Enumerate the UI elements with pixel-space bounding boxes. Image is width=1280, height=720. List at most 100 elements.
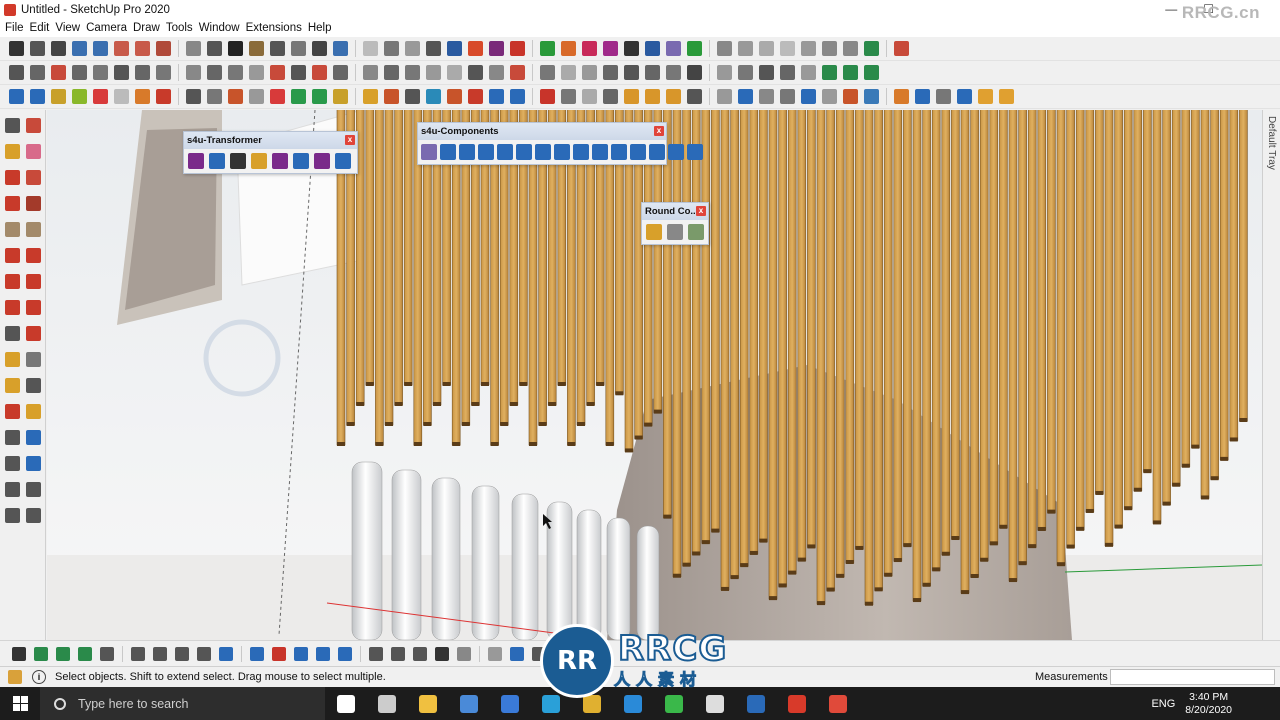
menu-item-window[interactable]: Window [198,22,245,34]
toolbar-tool-icon[interactable] [447,89,462,104]
left-tool-icon[interactable] [5,300,20,315]
toolbar-tool-icon[interactable] [93,65,108,80]
geo-location-icon[interactable] [8,670,22,684]
toolbar-tool-icon[interactable] [207,89,222,104]
toolbar-tool-icon[interactable] [582,89,597,104]
toolbar-tool-icon[interactable] [717,89,732,104]
toolbar-tool-icon[interactable] [843,89,858,104]
bottom-tool-icon[interactable] [175,646,189,661]
toolbar-tool-icon[interactable] [114,65,129,80]
toolbar-tool-icon[interactable] [666,89,681,104]
toolbar-tool-icon[interactable] [603,65,618,80]
s4u-components-toolbar[interactable]: s4u-Components x [417,122,703,165]
toolbar-tool-icon[interactable] [9,89,24,104]
start-button[interactable] [0,687,40,720]
bottom-tool-icon[interactable] [153,646,167,661]
left-tool-icon[interactable] [5,326,20,341]
menu-item-tools[interactable]: Tools [165,22,198,34]
components-tool-icon[interactable] [687,144,703,160]
toolbar-tool-icon[interactable] [582,41,597,56]
toolbar-tool-icon[interactable] [333,89,348,104]
taskbar-app-store[interactable] [448,687,489,720]
bottom-tool-icon[interactable] [435,646,449,661]
toolbar-tool-icon[interactable] [603,41,618,56]
toolbar-tool-icon[interactable] [135,65,150,80]
components-tool-icon[interactable] [573,144,589,160]
left-tool-icon[interactable] [26,300,41,315]
toolbar-tool-icon[interactable] [135,41,150,56]
transformer-tool-icon[interactable] [272,153,288,169]
bottom-tool-icon[interactable] [34,646,48,661]
bottom-tool-icon[interactable] [219,646,233,661]
toolbar-tool-icon[interactable] [687,89,702,104]
toolbar-tool-icon[interactable] [363,89,378,104]
toolbar-tool-icon[interactable] [30,65,45,80]
bottom-tool-icon[interactable] [78,646,92,661]
toolbar-tool-icon[interactable] [540,65,555,80]
bottom-tool-icon[interactable] [488,646,502,661]
toolbar-tool-icon[interactable] [426,89,441,104]
toolbar-tool-icon[interactable] [540,41,555,56]
toolbar-tool-icon[interactable] [291,65,306,80]
minimize-button[interactable]: — [1165,2,1177,16]
toolbar-tool-icon[interactable] [666,65,681,80]
toolbar-tool-icon[interactable] [207,65,222,80]
components-tool-icon[interactable] [478,144,494,160]
toolbar-tool-icon[interactable] [582,65,597,80]
toolbar-tool-icon[interactable] [780,89,795,104]
bottom-tool-icon[interactable] [413,646,427,661]
default-tray-label[interactable]: Default Tray [1266,116,1277,170]
toolbar-tool-icon[interactable] [864,65,879,80]
left-tool-icon[interactable] [5,482,20,497]
left-tool-icon[interactable] [26,170,41,185]
toolbar-tool-icon[interactable] [843,65,858,80]
components-tool-icon[interactable] [611,144,627,160]
left-tool-icon[interactable] [26,248,41,263]
toolbar-tool-icon[interactable] [228,89,243,104]
components-tool-icon[interactable] [440,144,456,160]
toolbar-tool-icon[interactable] [156,41,171,56]
model-viewport[interactable]: s4u-Transformer x s4u-Components x Round… [47,110,1262,640]
toolbar-tool-icon[interactable] [270,89,285,104]
toolbar-tool-icon[interactable] [30,41,45,56]
left-tool-icon[interactable] [5,144,20,159]
taskbar-app-mail[interactable] [489,687,530,720]
transformer-tool-icon[interactable] [230,153,246,169]
toolbar-tool-icon[interactable] [687,41,702,56]
left-tool-icon[interactable] [26,508,41,523]
toolbar-tool-icon[interactable] [384,65,399,80]
toolbar-tool-icon[interactable] [291,41,306,56]
bottom-tool-icon[interactable] [391,646,405,661]
toolbar-tool-icon[interactable] [270,41,285,56]
toolbar-tool-icon[interactable] [780,41,795,56]
toolbar-tool-icon[interactable] [801,41,816,56]
components-tool-icon[interactable] [668,144,684,160]
toolbar-tool-icon[interactable] [291,89,306,104]
bottom-tool-icon[interactable] [457,646,471,661]
left-tool-icon[interactable] [5,222,20,237]
left-tool-icon[interactable] [5,274,20,289]
toolbar-tool-icon[interactable] [978,89,993,104]
left-tool-icon[interactable] [26,144,41,159]
menu-item-draw[interactable]: Draw [132,22,165,34]
toolbar-tool-icon[interactable] [561,89,576,104]
taskbar-app-task-manager[interactable] [366,687,407,720]
toolbar-tool-icon[interactable] [249,89,264,104]
toolbar-tool-icon[interactable] [561,41,576,56]
toolbar-tool-icon[interactable] [822,41,837,56]
toolbar-tool-icon[interactable] [426,41,441,56]
toolbar-tool-icon[interactable] [780,65,795,80]
toolbar-tool-icon[interactable] [114,41,129,56]
toolbar-tool-icon[interactable] [738,65,753,80]
toolbar-tool-icon[interactable] [384,89,399,104]
left-tool-icon[interactable] [26,482,41,497]
toolbar-tool-icon[interactable] [666,41,681,56]
left-tool-icon[interactable] [5,248,20,263]
toolbar-tool-icon[interactable] [363,65,378,80]
toolbar-tool-icon[interactable] [999,89,1014,104]
toolbar-tool-icon[interactable] [9,41,24,56]
menu-item-view[interactable]: View [54,22,85,34]
toolbar-tool-icon[interactable] [759,89,774,104]
toolbar-tool-icon[interactable] [447,65,462,80]
left-tool-icon[interactable] [5,352,20,367]
